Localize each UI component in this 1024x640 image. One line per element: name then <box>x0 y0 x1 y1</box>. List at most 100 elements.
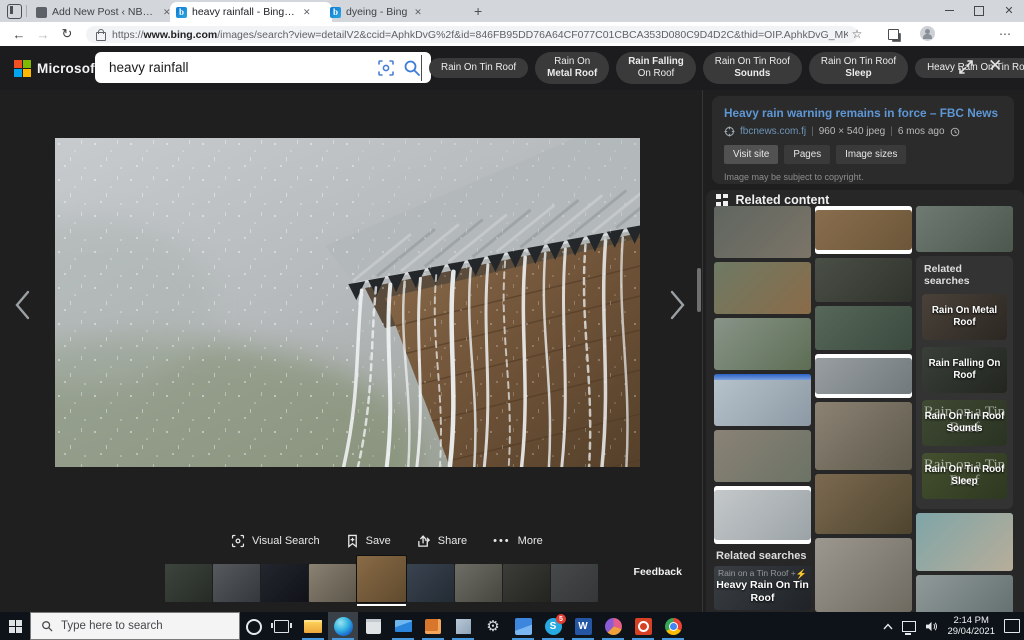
related-image-thumb[interactable] <box>815 474 912 534</box>
related-image-thumb[interactable] <box>815 354 912 398</box>
taskbar-app-skype[interactable]: S5 <box>538 612 568 640</box>
related-search-tile[interactable]: Rain on a Tin RoofRain On Tin Roof Sleep <box>922 453 1007 499</box>
back-button[interactable]: ← <box>10 25 28 43</box>
save-button[interactable]: Save <box>346 534 391 548</box>
visit-site-button[interactable]: Visit site <box>724 145 778 164</box>
related-search-tile[interactable]: Rain Falling On Roof <box>922 347 1007 393</box>
feedback-link[interactable]: Feedback <box>602 566 682 578</box>
taskbar-app-word[interactable]: W <box>568 612 598 640</box>
taskbar-app-file-explorer[interactable] <box>298 612 328 640</box>
filmstrip-thumb[interactable] <box>407 564 454 602</box>
panel-scrollbar[interactable] <box>697 268 701 312</box>
related-search-tile[interactable]: Rain On Metal Roof <box>922 294 1007 340</box>
tab-dyeing[interactable]: b dyeing - Bing ✕ <box>324 2 480 22</box>
more-button[interactable]: ••• More <box>493 535 543 547</box>
volume-icon[interactable] <box>925 621 938 632</box>
related-image-thumb[interactable] <box>916 513 1013 571</box>
start-button[interactable] <box>0 612 30 640</box>
related-image-thumb[interactable] <box>714 262 811 314</box>
action-center-icon[interactable] <box>1004 619 1020 633</box>
profile-avatar[interactable] <box>920 26 935 41</box>
address-bar[interactable]: https://www.bing.com/images/search?view=… <box>86 26 858 43</box>
favorites-star-icon[interactable]: ☆ <box>848 25 866 43</box>
related-image-thumb[interactable] <box>815 258 912 302</box>
filmstrip-thumb[interactable] <box>213 564 260 602</box>
image-source-title-link[interactable]: Heavy rain warning remains in force – FB… <box>724 106 1002 120</box>
folder-icon <box>304 620 322 633</box>
tab-actions-icon[interactable] <box>7 4 22 19</box>
taskbar-app-edge[interactable] <box>328 612 358 640</box>
filmstrip-thumb[interactable] <box>309 564 356 602</box>
related-search-pill[interactable]: Rain FallingOn Roof <box>616 52 696 84</box>
filmstrip-thumb[interactable] <box>455 564 502 602</box>
network-icon[interactable] <box>902 621 916 632</box>
main-image[interactable] <box>55 138 640 467</box>
search-icon[interactable] <box>403 59 421 77</box>
taskbar-app-chrome[interactable] <box>658 612 688 640</box>
taskbar-app-sticky-notes[interactable] <box>448 612 478 640</box>
tab-close-icon[interactable]: ✕ <box>412 6 424 19</box>
related-image-thumb[interactable] <box>714 374 811 426</box>
task-view-icon[interactable] <box>274 620 289 633</box>
fullscreen-icon[interactable] <box>958 59 974 75</box>
refresh-button[interactable]: ↻ <box>58 25 76 43</box>
related-search-tile[interactable]: Rain on a Tin Roof +⚡Heavy Rain On Tin R… <box>714 566 811 610</box>
source-domain-link[interactable]: fbcnews.com.fj <box>740 126 806 137</box>
taskbar-app-mail[interactable] <box>388 612 418 640</box>
tray-chevron-icon[interactable] <box>883 623 893 630</box>
window-minimize-button[interactable] <box>934 0 964 21</box>
related-image-thumb[interactable] <box>714 486 811 544</box>
window-maximize-button[interactable] <box>964 0 994 21</box>
related-image-thumb[interactable] <box>714 206 811 258</box>
bing-search-box[interactable]: heavy rainfall <box>95 52 431 83</box>
filmstrip-thumb[interactable] <box>357 556 406 602</box>
filmstrip-thumb[interactable] <box>551 564 598 602</box>
tab-wordpress[interactable]: Add New Post ‹ NBC SVG — Wo ✕ <box>30 2 180 22</box>
related-search-pill[interactable]: Rain On Tin RoofSounds <box>703 52 802 84</box>
collections-icon[interactable] <box>884 25 902 43</box>
related-image-thumb[interactable] <box>815 402 912 470</box>
filmstrip-thumb[interactable] <box>261 564 308 602</box>
related-image-thumb[interactable] <box>714 318 811 370</box>
related-image-thumb[interactable] <box>815 306 912 350</box>
taskbar-app-settings[interactable]: ⚙ <box>478 612 508 640</box>
share-button[interactable]: Share <box>417 534 467 548</box>
tab-close-icon[interactable]: ✕ <box>301 6 313 19</box>
previous-image-arrow[interactable] <box>8 288 38 322</box>
taskbar-app-microsoft-store[interactable] <box>358 612 388 640</box>
related-search-pill[interactable]: Rain OnMetal Roof <box>535 52 609 84</box>
taskbar-app-paint-3d[interactable] <box>598 612 628 640</box>
visual-search-icon[interactable] <box>377 59 395 77</box>
window-close-button[interactable]: ✕ <box>994 0 1024 21</box>
next-image-arrow[interactable] <box>662 288 692 322</box>
taskbar-app-outlook[interactable] <box>418 612 448 640</box>
search-query-text[interactable]: heavy rainfall <box>109 60 377 75</box>
close-detail-icon[interactable]: ✕ <box>988 56 1002 76</box>
taskbar-clock[interactable]: 2:14 PM 29/04/2021 <box>947 615 995 637</box>
notification-badge: 5 <box>556 614 566 624</box>
taskbar-app-photos[interactable] <box>508 612 538 640</box>
outlook-icon <box>425 619 441 634</box>
related-image-thumb[interactable] <box>714 430 811 482</box>
paint-icon <box>605 618 622 635</box>
related-image-thumb[interactable] <box>916 206 1013 252</box>
tab-bing-images[interactable]: b heavy rainfall - Bing images ✕ <box>170 2 332 22</box>
cortana-icon[interactable] <box>246 619 262 635</box>
related-search-pill[interactable]: Rain On Tin RoofSleep <box>809 52 908 84</box>
bing-favicon: b <box>176 7 187 18</box>
related-search-tile[interactable]: Rain on a Tin RoofRain On Tin Roof Sound… <box>922 400 1007 446</box>
visual-search-button[interactable]: Visual Search <box>231 534 320 548</box>
related-image-thumb[interactable] <box>815 206 912 254</box>
store-icon <box>366 619 381 634</box>
filmstrip-thumb[interactable] <box>503 564 550 602</box>
taskbar-app-media-app[interactable] <box>628 612 658 640</box>
filmstrip-thumb[interactable] <box>165 564 212 602</box>
taskbar-search-box[interactable]: Type here to search <box>30 612 240 640</box>
image-sizes-button[interactable]: Image sizes <box>836 145 906 164</box>
pages-button[interactable]: Pages <box>784 145 830 164</box>
related-image-thumb[interactable] <box>815 538 912 612</box>
related-search-pill[interactable]: Rain On Tin Roof <box>429 58 528 78</box>
forward-button[interactable]: → <box>34 25 52 43</box>
browser-menu-icon[interactable]: ⋯ <box>996 25 1014 43</box>
new-tab-button[interactable]: + <box>474 3 482 19</box>
